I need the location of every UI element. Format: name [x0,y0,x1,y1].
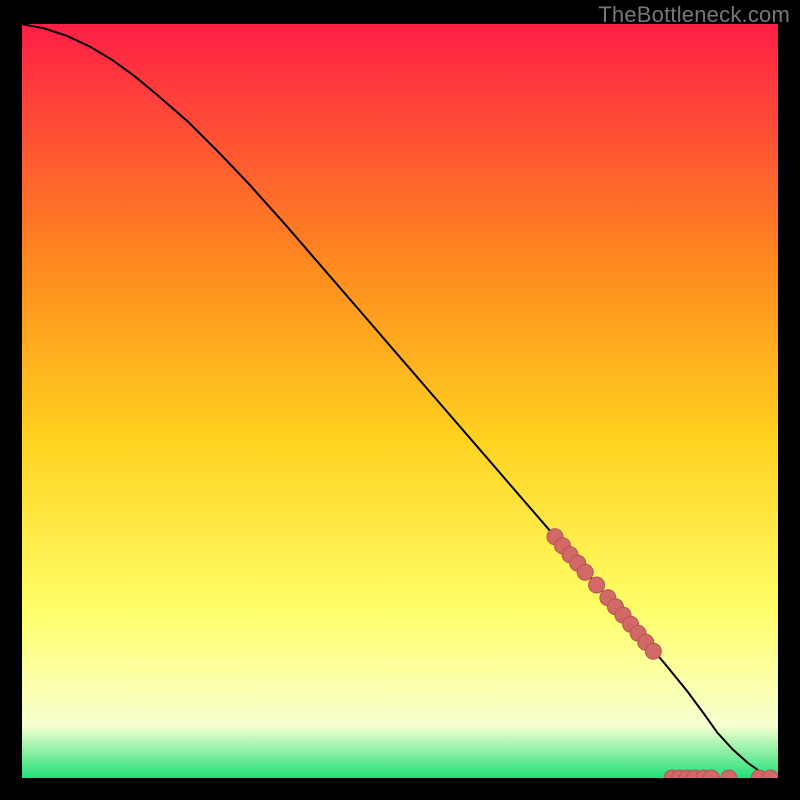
plot-area [22,24,778,778]
chart-frame: TheBottleneck.com [0,0,800,800]
data-point [577,564,593,580]
data-point [645,643,661,659]
chart-svg [22,24,778,778]
data-point [589,577,605,593]
watermark-text: TheBottleneck.com [598,2,790,28]
